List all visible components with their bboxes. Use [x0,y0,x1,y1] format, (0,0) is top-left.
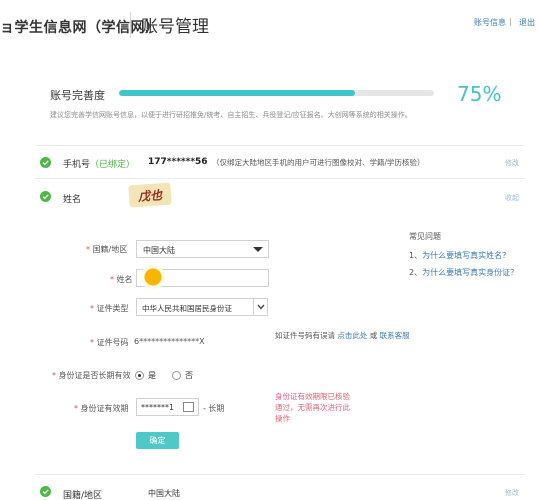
faq-title: 常见问题 [409,232,441,241]
expiry-label: * 身份证有效期 [74,404,129,413]
account-info-link[interactable]: 账号信息 [474,17,506,28]
phone-note: （仅绑定大陆地区手机的用户可进行图像校对、学籍/学历核验） [212,158,425,167]
name-input-label-text: 姓名 [116,275,133,284]
country-select[interactable]: 中国大陆 [136,240,269,258]
radio-yes[interactable]: 是 [135,370,156,381]
chevron-down-icon [253,299,267,315]
long-term-label: * 身份证是否长期有效 [52,371,131,380]
radio-yes-label: 是 [148,371,156,380]
radio-yes-dot [135,371,144,380]
country-label: * 国籍/地区 [86,245,128,254]
calendar-icon[interactable] [183,402,194,412]
id-type-select[interactable]: 中华人民共和国居民身份证 [136,298,268,316]
id-number-label-text: 证件号码 [96,338,129,347]
radio-no[interactable]: 否 [172,370,193,381]
name-stamp-image: 戊也 [128,182,172,208]
expiry-label-text: 身份证有效期 [80,404,129,413]
expiry-date-value: *******1 [141,403,175,412]
country-select-value: 中国大陆 [143,246,175,255]
contact-support-link[interactable]: 联系客服 [380,331,410,340]
phone-label-text: 手机号 [63,160,91,170]
phone-label: 手机号（已绑定） [63,157,135,170]
faq-link-real-name[interactable]: 为什么要填写真实姓名？ [422,251,510,260]
expiry-warning: 身份证有效期限已核验通过，无需再次进行此操作 [275,392,350,423]
id-hint-text: 如证件号码有误请 [275,331,335,340]
stamp-text: 戊也 [137,187,163,204]
completeness-percent: 75% [457,82,502,106]
region-value: 中国大陆 [148,489,180,498]
confirm-button[interactable]: 确定 [136,432,179,449]
header-divider [130,12,131,38]
faq-item-number: 2、 [409,268,423,277]
long-term-label-text: 身份证是否长期有效 [58,371,131,380]
faq-link-real-id[interactable]: 为什么要填写真实身份证？ [422,268,518,277]
region-label: 国籍/地区 [63,491,103,500]
site-title: ョ学生信息网（学信网） [0,20,160,36]
region-modify-link[interactable]: 修改 [505,488,519,498]
faq-item: 1、为什么要填写真实姓名？ [409,250,510,261]
radio-no-dot [172,371,181,380]
name-label: 姓名 [63,195,82,205]
radio-no-label: 否 [185,371,193,380]
check-icon [40,486,51,497]
completeness-label: 账号完善度 [50,89,105,102]
completeness-progress-bar [119,90,434,96]
section-divider [35,178,525,179]
name-collapse-link[interactable]: 收起 [505,193,519,203]
click-here-link[interactable]: 点击此处 [337,331,367,340]
phone-value: 177******56 [148,157,208,167]
completeness-hint: 建议您完善学信网账号信息，以便于进行研招推免/统考、自主招生、兵役登记/应征报名… [50,111,412,119]
page-title: 账号管理 [141,17,209,37]
completeness-progress-fill [119,90,356,96]
long-term-text: - 长期 [203,404,225,413]
section-divider [35,145,525,146]
faq-item: 2、为什么要填写真实身份证？ [409,267,518,278]
phone-modify-link[interactable]: 修改 [505,158,519,168]
id-type-label-text: 证件类型 [96,304,129,313]
check-icon [40,157,51,168]
id-hint-or: 或 [369,331,378,340]
bound-badge: （已绑定） [90,160,136,170]
name-input-label: * 姓名 [110,275,133,284]
header-separator: | [509,17,512,26]
faq-item-number: 1、 [409,251,423,260]
check-icon [40,191,51,202]
egg-sticker-image [141,264,165,290]
id-number-value: 6***************X [134,337,205,346]
logout-link[interactable]: 退出 [519,17,535,28]
id-type-label: * 证件类型 [90,304,129,313]
expiry-date-input[interactable]: *******1 [136,398,199,416]
id-number-label: * 证件号码 [90,338,129,347]
id-number-hint: 如证件号码有误请 点击此处 或 联系客服 [275,327,410,345]
chevron-down-icon [253,247,263,252]
country-label-text: 国籍/地区 [92,245,128,254]
id-type-select-value: 中华人民共和国居民身份证 [142,304,232,313]
section-divider [35,474,525,475]
